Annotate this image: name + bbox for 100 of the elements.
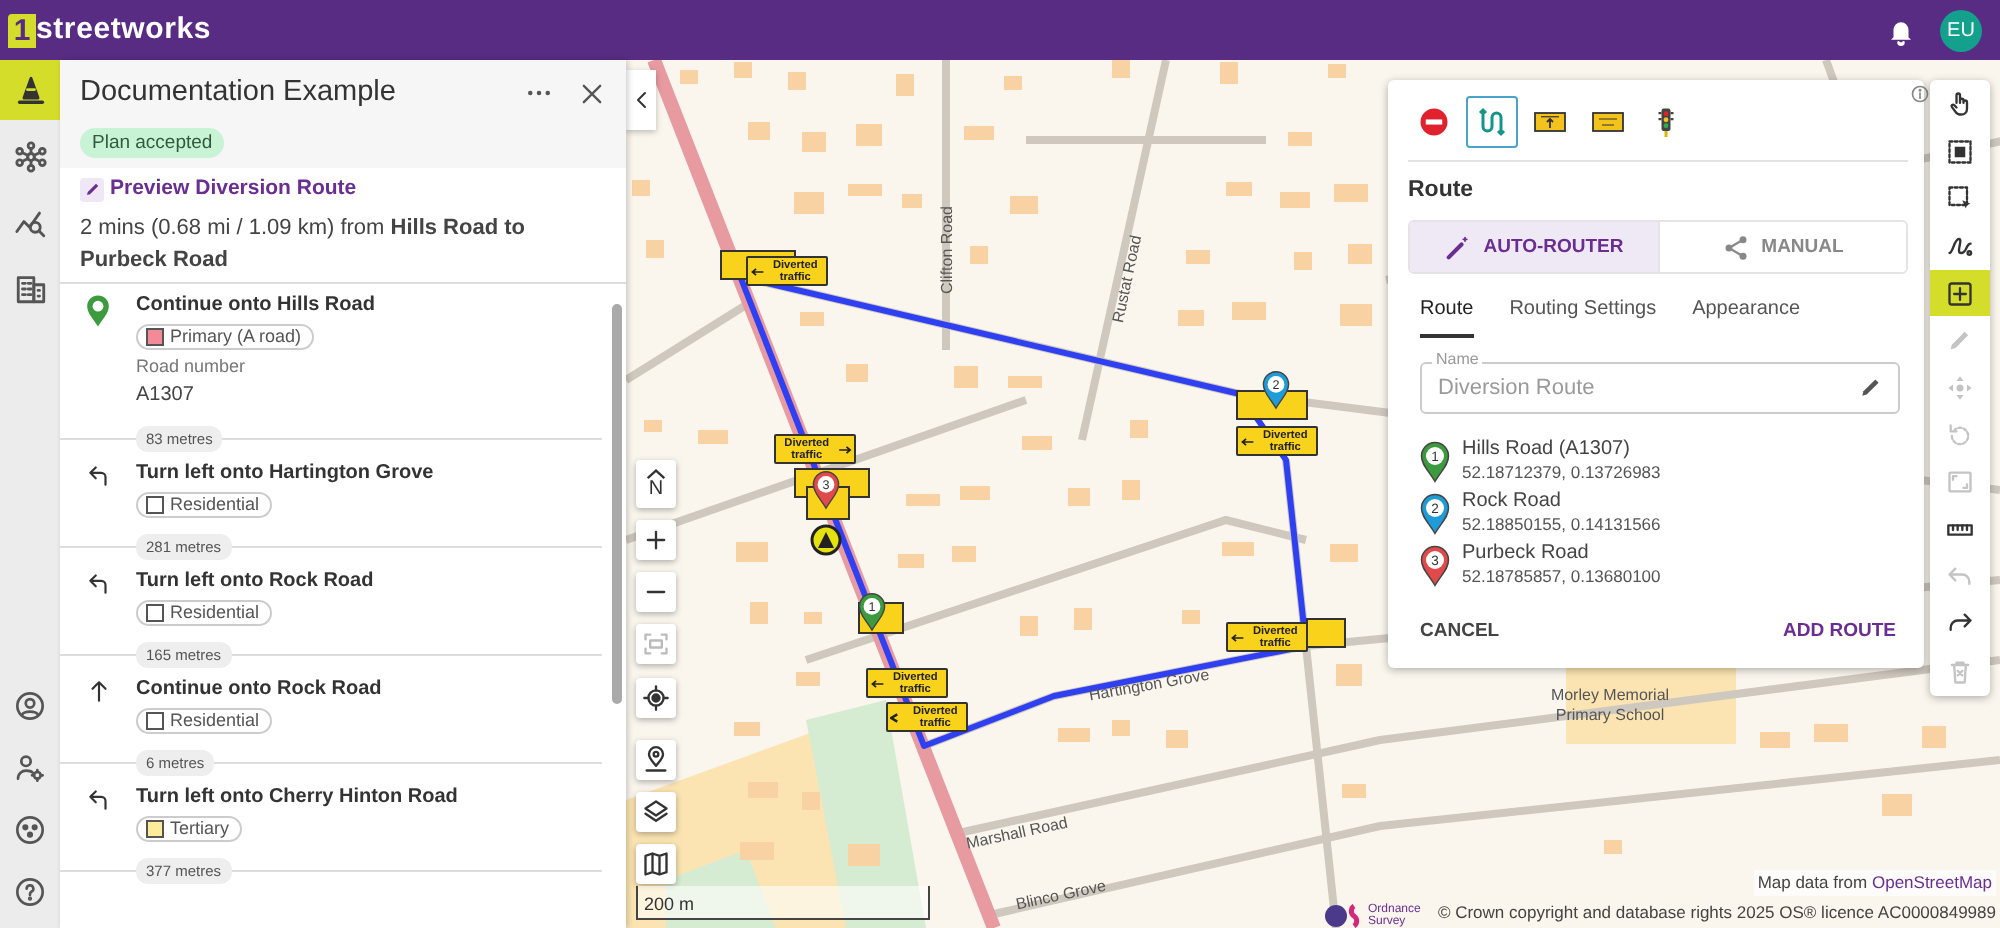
building-shape <box>1058 728 1090 742</box>
building-shape <box>1336 664 1362 686</box>
turn-left-icon <box>85 462 111 489</box>
building-shape <box>646 240 664 258</box>
straight-arrow-icon <box>85 678 111 705</box>
turn-left-icon <box>85 570 111 597</box>
help-icon[interactable] <box>14 876 46 908</box>
route-summary: 2 mins (0.68 mi / 1.09 km) from Hills Road to Purbeck Road <box>80 213 527 276</box>
attribution-text: Map data from <box>1757 872 1870 893</box>
building-shape <box>1340 304 1372 326</box>
waypoint-coordinates: 52.18785857, 0.13680100 <box>1462 566 1661 589</box>
building-shape <box>680 70 698 84</box>
arrow-icon <box>837 443 852 455</box>
building-shape <box>1226 182 1252 196</box>
building-shape <box>1020 616 1038 636</box>
copyright-text: © Crown copyright and database rights 2025 OS® licence AC0000849989 <box>1437 900 1996 926</box>
street-label: Hartington Grove <box>1087 665 1211 705</box>
building-shape <box>788 72 806 90</box>
building-shape <box>1178 310 1204 326</box>
collapse-panel-button[interactable] <box>626 70 656 130</box>
building-shape <box>802 792 820 810</box>
add-route-button[interactable]: ADD ROUTE <box>1783 618 1896 647</box>
building-shape <box>1760 732 1790 748</box>
building-shape <box>734 722 760 736</box>
branch-icon[interactable] <box>1721 233 1750 262</box>
mode-toggle[interactable]: MANUAL <box>1657 222 1906 273</box>
status-badge: Plan accepted <box>80 127 225 158</box>
building-shape <box>1328 64 1346 78</box>
building-shape <box>1288 132 1312 146</box>
add-feature-button[interactable] <box>1930 269 1990 317</box>
road-number: A1307 <box>136 382 196 411</box>
tab[interactable]: Appearance <box>1692 294 1801 339</box>
plus-square-icon[interactable] <box>1946 279 1974 308</box>
wand-icon[interactable] <box>1443 233 1472 262</box>
building-shape <box>1604 840 1622 854</box>
building-shape <box>748 122 770 140</box>
building-shape <box>1348 244 1372 264</box>
building-shape <box>1068 488 1090 506</box>
building-shape <box>1220 62 1238 84</box>
building-shape <box>1022 436 1052 450</box>
logo-text: streetworks <box>36 9 212 50</box>
cone-icon[interactable] <box>13 73 47 107</box>
cancel-button[interactable]: CANCEL <box>1420 618 1500 647</box>
arrow-icon <box>750 265 765 277</box>
tab[interactable]: Routing Settings <box>1509 294 1657 339</box>
start-pin-icon <box>86 293 110 328</box>
building-shape <box>856 124 882 146</box>
step-instruction: Turn left onto Hartington Grove <box>136 460 436 487</box>
waypoint-name: Hills Road (A1307) <box>1462 438 1632 463</box>
building-shape <box>964 126 994 140</box>
scrollbar[interactable] <box>612 303 622 704</box>
turn-left-icon <box>85 786 111 813</box>
building-shape <box>1334 184 1368 202</box>
building-shape <box>1166 730 1188 748</box>
step-instruction: Turn left onto Rock Road <box>136 568 376 595</box>
hand-pointer-icon[interactable] <box>1946 89 1974 118</box>
arrow-icon <box>1240 435 1255 447</box>
road-type-label: Residential <box>170 494 260 517</box>
street-label: Marshall Road <box>964 813 1070 853</box>
section-heading: Route <box>1408 176 1476 206</box>
building-shape <box>846 364 868 382</box>
road-type-label: Residential <box>170 602 260 625</box>
tab[interactable]: Route <box>1420 294 1474 339</box>
info-icon[interactable] <box>1910 84 1930 104</box>
building-shape <box>794 192 824 214</box>
street-label: Primary School <box>1555 706 1665 724</box>
edit-icon[interactable] <box>1858 374 1884 401</box>
street-label: Morley Memorial <box>1550 686 1670 704</box>
mode-toggle[interactable]: AUTO-ROUTER <box>1410 222 1657 273</box>
building-shape <box>1008 376 1042 388</box>
network-icon[interactable] <box>13 139 47 173</box>
user-settings-icon[interactable] <box>14 752 46 784</box>
building-shape <box>898 554 924 568</box>
road-type-label: Residential <box>170 710 260 733</box>
building-shape <box>1222 542 1254 556</box>
waypoint-coordinates: 52.18850155, 0.14131566 <box>1462 514 1661 537</box>
no-entry-icon[interactable] <box>1416 104 1452 140</box>
building-shape <box>848 184 882 196</box>
route-icon[interactable] <box>1474 104 1510 140</box>
building-shape <box>800 312 824 326</box>
select-icon[interactable] <box>1946 137 1974 166</box>
building-shape <box>1232 302 1266 320</box>
openstreetmap-link[interactable]: OpenStreetMap <box>1871 872 1992 893</box>
building-shape <box>960 486 990 500</box>
building-shape <box>1122 480 1140 500</box>
area-select-icon[interactable] <box>1946 184 1974 213</box>
compass-button[interactable]: N <box>636 460 676 508</box>
rail-button[interactable] <box>0 60 60 120</box>
step-instruction: Continue onto Hills Road <box>136 291 377 318</box>
os-logo-icon <box>1324 904 1364 928</box>
face-icon[interactable] <box>14 814 46 846</box>
building-shape <box>736 542 768 562</box>
preview-route-link[interactable]: Preview Diversion Route <box>110 174 357 206</box>
building-shape <box>1112 720 1130 736</box>
road-number-label: Road number <box>136 353 248 380</box>
building-shape <box>1882 794 1912 816</box>
road-type-label: Tertiary <box>170 818 230 841</box>
user-icon[interactable] <box>14 690 46 722</box>
building-icon[interactable] <box>13 271 47 305</box>
waypoint-coordinates: 52.18712379, 0.13726983 <box>1462 462 1661 485</box>
